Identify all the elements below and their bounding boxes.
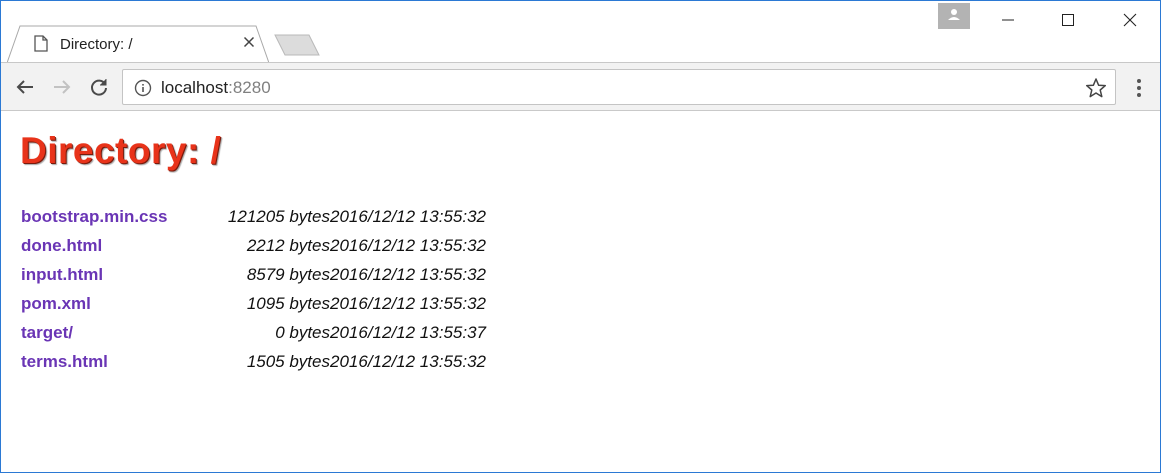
maximize-icon[interactable] [1045,1,1091,31]
file-size: 121205 bytes [227,206,330,226]
file-size: 1095 bytes [246,293,330,313]
page-content: Directory: / bootstrap.min.css 121205 byt… [1,112,1160,472]
file-modified-date: 2016/12/12 13:55:32 [330,264,486,284]
file-modified-date: 2016/12/12 13:55:32 [330,235,486,255]
browser-toolbar: localhost:8280 [1,62,1160,111]
profile-button[interactable] [938,3,970,29]
url-text[interactable]: localhost:8280 [161,78,271,98]
table-row: terms.html 1505 bytes 2016/12/12 13:55:32 [21,347,486,376]
tab-directory[interactable]: Directory: / [7,25,269,63]
table-row: done.html 2212 bytes 2016/12/12 13:55:32 [21,231,486,260]
new-tab-button[interactable] [273,34,321,56]
file-name-cell: target/ [21,318,209,347]
info-icon[interactable] [134,79,152,97]
file-modified-date: 2016/12/12 13:55:32 [330,351,486,371]
browser-window: Directory: / localhost:8280 Directory: /… [0,0,1161,473]
file-modified-date: 2016/12/12 13:55:32 [330,293,486,313]
table-row: target/0 bytes 2016/12/12 13:55:37 [21,318,486,347]
star-icon[interactable] [1085,77,1107,99]
profile-icon [948,9,960,20]
table-row: bootstrap.min.css 121205 bytes 2016/12/12 … [21,202,486,231]
reload-icon[interactable] [87,75,111,99]
file-link[interactable]: input.html [21,265,103,284]
file-size: 0 bytes [275,322,330,342]
file-link[interactable]: terms.html [21,352,108,371]
forward-arrow-icon[interactable] [50,75,74,99]
kebab-menu-icon[interactable] [1129,77,1149,99]
tab-title: Directory: / [60,36,133,53]
table-row: input.html 8579 bytes 2016/12/12 13:55:32 [21,260,486,289]
page-heading: Directory: / [20,130,222,171]
address-bar[interactable]: localhost:8280 [122,69,1116,105]
file-modified-date: 2016/12/12 13:55:32 [330,206,486,226]
file-link[interactable]: pom.xml [21,294,91,313]
file-size: 1505 bytes [246,351,330,371]
minimize-icon[interactable] [985,1,1031,31]
file-listing-table: bootstrap.min.css 121205 bytes 2016/12/12 … [21,202,486,376]
file-size: 8579 bytes [246,264,330,284]
back-arrow-icon[interactable] [13,75,37,99]
page-icon [34,35,48,52]
file-name-cell: input.html [21,260,209,289]
url-host: localhost [161,78,229,97]
table-row: pom.xml 1095 bytes 2016/12/12 13:55:32 [21,289,486,318]
window-close-icon[interactable] [1107,1,1153,31]
close-icon[interactable] [243,36,255,48]
file-name-cell: done.html [21,231,209,260]
file-name-cell: terms.html [21,347,209,376]
file-link[interactable]: bootstrap.min.css [21,207,167,226]
url-port: :8280 [228,78,271,97]
file-link[interactable]: target/ [21,323,73,342]
tab-strip: Directory: / [1,1,1160,63]
file-size: 2212 bytes [246,235,330,255]
file-name-cell: pom.xml [21,289,209,318]
file-modified-date: 2016/12/12 13:55:37 [330,322,486,342]
file-link[interactable]: done.html [21,236,102,255]
file-name-cell: bootstrap.min.css [21,202,209,231]
